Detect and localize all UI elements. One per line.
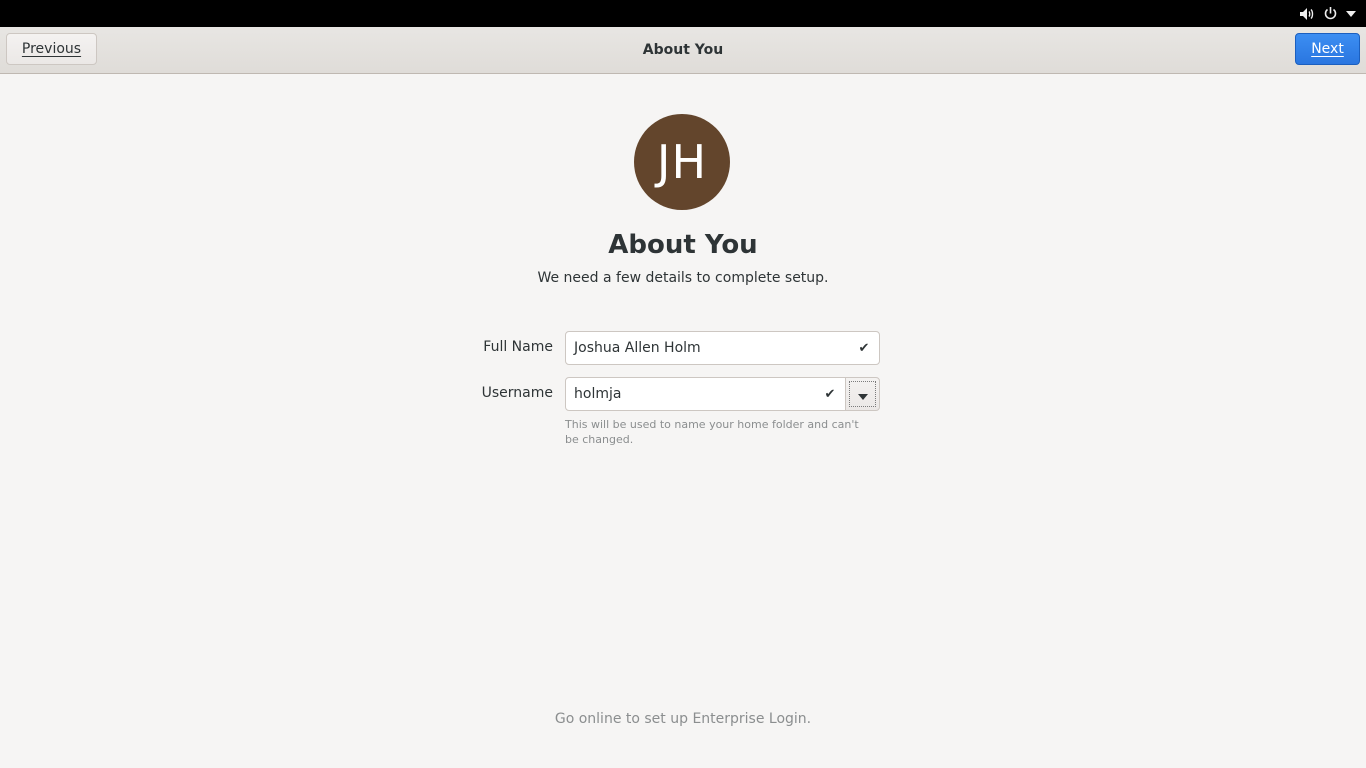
system-top-bar (0, 0, 1366, 27)
page-subtitle: We need a few details to complete setup. (537, 270, 829, 286)
dropdown-arrow-icon[interactable] (1346, 10, 1356, 17)
username-label: Username (481, 385, 553, 401)
avatar-initials: JH (656, 135, 708, 189)
enterprise-login-note: Go online to set up Enterprise Login. (554, 711, 812, 727)
fullname-field[interactable]: Joshua Allen Holm ✔ (565, 331, 880, 365)
avatar[interactable]: JH (634, 114, 730, 210)
volume-icon[interactable] (1299, 7, 1315, 21)
username-value: holmja (574, 386, 622, 402)
next-button-label: Next (1311, 41, 1344, 57)
power-icon[interactable] (1323, 6, 1338, 21)
header-title: About You (642, 42, 724, 58)
previous-button-label: Previous (21, 41, 82, 57)
checkmark-icon: ✔ (858, 340, 870, 356)
header-bar: About You Previous Next (0, 27, 1366, 74)
username-field[interactable]: holmja ✔ (565, 377, 846, 411)
username-dropdown-button[interactable] (845, 377, 880, 411)
system-status-area[interactable] (1299, 0, 1356, 27)
fullname-value: Joshua Allen Holm (574, 340, 701, 356)
username-hint: This will be used to name your home fold… (565, 418, 859, 446)
page-title: About You (608, 230, 758, 260)
checkmark-icon: ✔ (824, 386, 836, 402)
next-button[interactable]: Next (1295, 33, 1360, 65)
chevron-down-icon (857, 385, 868, 404)
fullname-label: Full Name (483, 339, 553, 355)
previous-button[interactable]: Previous (6, 33, 97, 65)
dropdown-focus-ring (849, 381, 876, 407)
